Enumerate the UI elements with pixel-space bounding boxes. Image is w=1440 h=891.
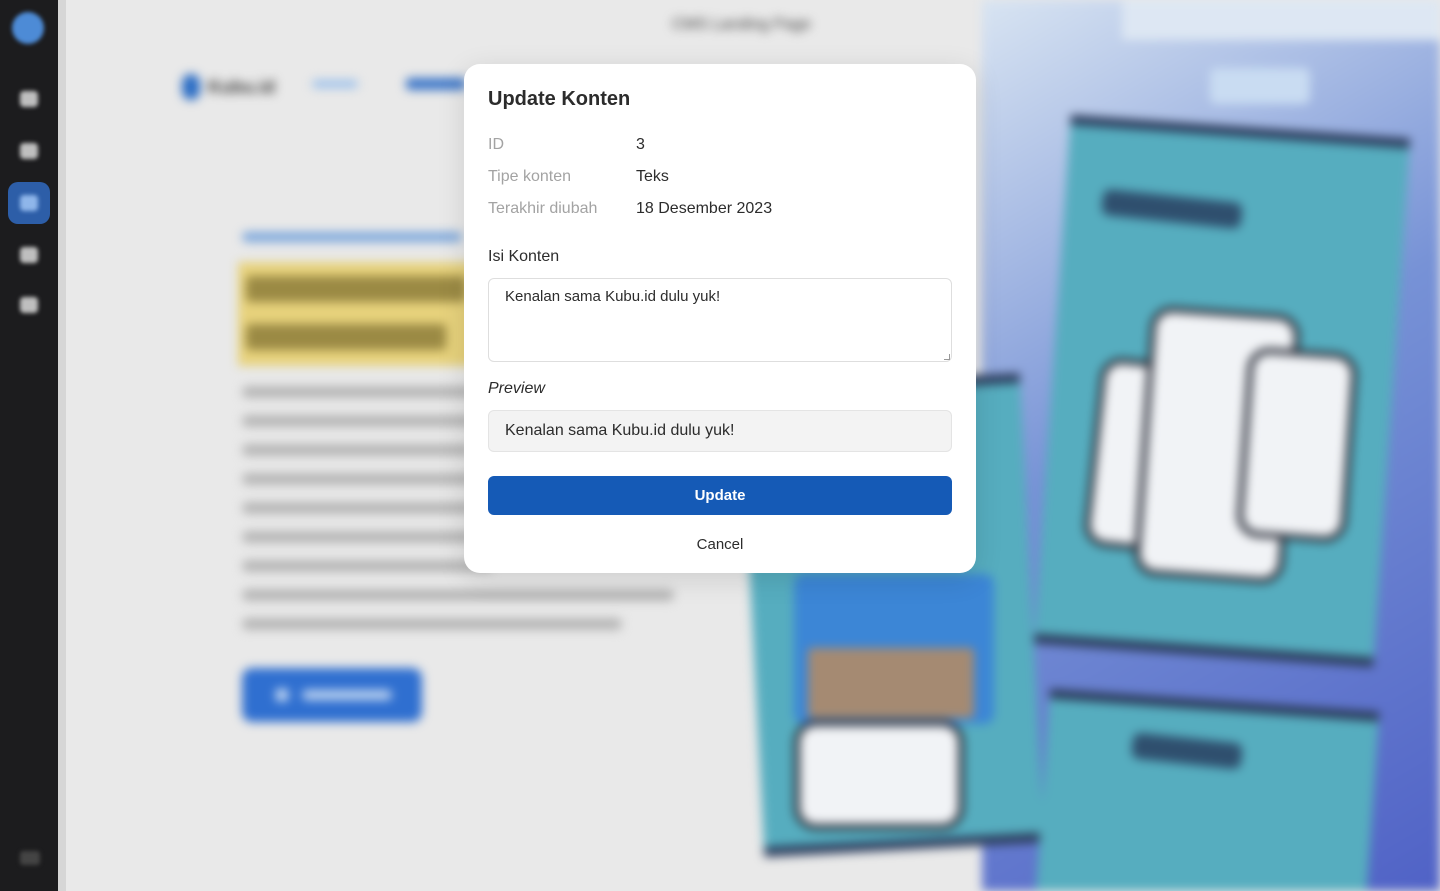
type-value: Teks [636, 168, 669, 185]
meta-row-id: ID 3 [488, 136, 645, 154]
id-label: ID [488, 136, 504, 153]
preview-box: Kenalan sama Kubu.id dulu yuk! [488, 410, 952, 452]
update-button[interactable]: Update [488, 476, 952, 515]
id-value: 3 [636, 136, 645, 153]
update-content-modal: Update Konten ID 3 Tipe konten Teks Tera… [464, 64, 976, 573]
meta-row-modified: Terakhir diubah 18 Desember 2023 [488, 200, 772, 218]
preview-label: Preview [488, 380, 545, 397]
content-textarea[interactable]: Kenalan sama Kubu.id dulu yuk! [488, 278, 952, 362]
modified-label: Terakhir diubah [488, 200, 598, 217]
meta-row-type: Tipe konten Teks [488, 168, 669, 186]
modal-title: Update Konten [488, 88, 631, 110]
content-label: Isi Konten [488, 248, 560, 265]
textarea-resize-handle[interactable] [944, 354, 950, 360]
type-label: Tipe konten [488, 168, 572, 185]
cancel-button[interactable]: Cancel [660, 532, 780, 556]
modified-value: 18 Desember 2023 [636, 200, 773, 217]
